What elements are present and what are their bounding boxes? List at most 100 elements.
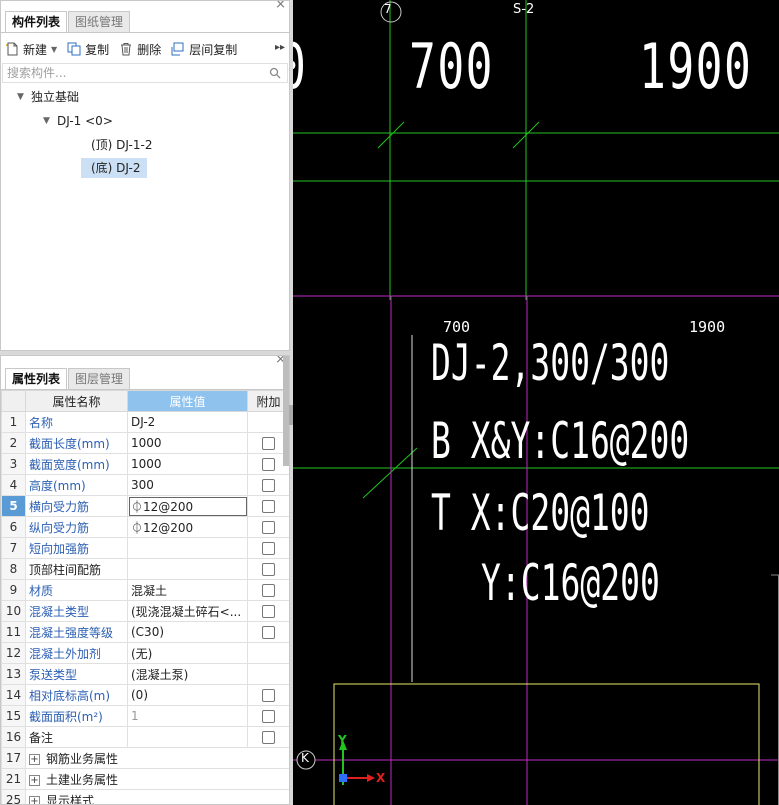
tab-drawing-management[interactable]: 图纸管理 xyxy=(68,11,131,33)
property-row[interactable]: 1 名称 DJ-2 xyxy=(1,411,289,433)
property-row[interactable]: 4 高度(mm) 300 xyxy=(1,474,289,496)
caret-down-icon[interactable]: ▼ xyxy=(43,111,57,131)
extra-cell xyxy=(247,642,289,664)
expand-icon[interactable]: + xyxy=(29,795,40,804)
tree-leaf-top[interactable]: (顶) DJ-1-2 xyxy=(81,135,152,155)
property-group-row[interactable]: 21 + 土建业务属性 xyxy=(1,768,289,790)
delete-button[interactable]: 删除 xyxy=(119,41,161,58)
search-icon[interactable] xyxy=(269,67,281,82)
property-value[interactable] xyxy=(127,726,248,748)
property-name: 顶部柱间配筋 xyxy=(25,558,128,580)
property-row[interactable]: 16 备注 xyxy=(1,726,289,748)
row-number: 10 xyxy=(1,600,26,622)
more-icon[interactable]: ▸▸ xyxy=(275,42,285,53)
property-row[interactable]: 15 截面面积(m²) 1 xyxy=(1,705,289,727)
extra-checkbox[interactable] xyxy=(262,605,275,618)
chevron-down-icon[interactable]: ▼ xyxy=(51,45,57,54)
property-row[interactable]: 13 泵送类型 (混凝土泵) xyxy=(1,663,289,685)
extra-checkbox[interactable] xyxy=(262,584,275,597)
dimension-large-right: 1900 xyxy=(639,30,753,103)
extra-checkbox[interactable] xyxy=(262,731,275,744)
property-value[interactable]: (0) xyxy=(127,684,248,706)
extra-checkbox[interactable] xyxy=(262,437,275,450)
property-group-row[interactable]: 17 + 钢筋业务属性 xyxy=(1,747,289,769)
property-table-header: 属性名称 属性值 附加 xyxy=(1,390,289,412)
property-value[interactable]: (现浇混凝土碎石<... xyxy=(127,600,248,622)
property-row[interactable]: 14 相对底标高(m) (0) xyxy=(1,684,289,706)
caret-down-icon[interactable]: ▼ xyxy=(17,87,31,107)
property-row[interactable]: 10 混凝土类型 (现浇混凝土碎石<... xyxy=(1,600,289,622)
property-name: 短向加强筋 xyxy=(25,537,128,559)
tab-layer-management[interactable]: 图层管理 xyxy=(68,368,131,390)
component-toolbar: 新建 ▼ 复制 删除 层间复制 ▸▸ xyxy=(5,37,289,61)
property-value[interactable]: ⏀12@200 xyxy=(127,495,248,517)
property-row[interactable]: 12 混凝土外加剂 (无) xyxy=(1,642,289,664)
property-row[interactable]: 2 截面长度(mm) 1000 xyxy=(1,432,289,454)
row-number: 14 xyxy=(1,684,26,706)
property-value[interactable] xyxy=(127,558,248,580)
extra-checkbox[interactable] xyxy=(262,458,275,471)
row-number: 8 xyxy=(1,558,26,580)
property-row[interactable]: 8 顶部柱间配筋 xyxy=(1,558,289,580)
extra-cell xyxy=(247,726,289,748)
property-name: 备注 xyxy=(25,726,128,748)
floor-copy-button[interactable]: 层间复制 xyxy=(171,41,237,58)
new-button[interactable]: 新建 ▼ xyxy=(5,41,57,58)
extra-checkbox[interactable] xyxy=(262,542,275,555)
extra-checkbox[interactable] xyxy=(262,689,275,702)
property-value[interactable]: DJ-2 xyxy=(127,411,248,433)
component-list-panel: × 构件列表 图纸管理 新建 ▼ 复制 删除 层间复制 ▸▸ 搜索构件... ▼… xyxy=(0,0,290,351)
row-number: 25 xyxy=(1,789,26,804)
tree-leaf-bottom[interactable]: (底) DJ-2 xyxy=(81,158,147,178)
property-name: 材质 xyxy=(25,579,128,601)
extra-checkbox[interactable] xyxy=(262,710,275,723)
axis-label-s2: S-2 xyxy=(513,2,535,17)
tree-node-isolated-foundation[interactable]: ▼ 独立基础 xyxy=(17,87,79,107)
search-input[interactable] xyxy=(3,64,253,82)
property-name: 截面面积(m²) xyxy=(25,705,128,727)
axis-label-7: 7 xyxy=(384,2,392,16)
extra-cell xyxy=(247,663,289,685)
copy-button[interactable]: 复制 xyxy=(67,41,109,58)
cad-drawing-canvas[interactable]: 7 S-2 K 0 700 1900 700 1900 DJ-2,300/300… xyxy=(293,0,779,805)
property-value[interactable]: ⏀12@200 xyxy=(127,516,248,538)
property-group[interactable]: + 土建业务属性 xyxy=(25,768,289,790)
extra-cell xyxy=(247,558,289,580)
row-number: 4 xyxy=(1,474,26,496)
property-group-row[interactable]: 25 + 显示样式 xyxy=(1,789,289,804)
property-row[interactable]: 6 纵向受力筋 ⏀12@200 xyxy=(1,516,289,538)
property-row[interactable]: 7 短向加强筋 xyxy=(1,537,289,559)
cad-svg xyxy=(293,0,779,805)
tab-property-list[interactable]: 属性列表 xyxy=(5,368,68,390)
tab-component-list[interactable]: 构件列表 xyxy=(5,11,68,33)
extra-checkbox[interactable] xyxy=(262,500,275,513)
extra-checkbox[interactable] xyxy=(262,626,275,639)
property-group[interactable]: + 显示样式 xyxy=(25,789,289,804)
expand-icon[interactable]: + xyxy=(29,753,40,765)
property-list-panel: × 属性列表 图层管理 属性名称 属性值 附加 1 名称 DJ-2 2 截面长度(mm)… xyxy=(0,355,290,805)
property-row[interactable]: 11 混凝土强度等级 (C30) xyxy=(1,621,289,643)
extra-checkbox[interactable] xyxy=(262,479,275,492)
property-group[interactable]: + 钢筋业务属性 xyxy=(25,747,289,769)
property-name: 混凝土类型 xyxy=(25,600,128,622)
property-value[interactable]: (无) xyxy=(127,642,248,664)
annotation-line-1: DJ-2,300/300 xyxy=(431,334,670,392)
property-row[interactable]: 9 材质 混凝土 xyxy=(1,579,289,601)
extra-checkbox[interactable] xyxy=(262,521,275,534)
property-value[interactable]: (C30) xyxy=(127,621,248,643)
property-value[interactable]: 1000 xyxy=(127,432,248,454)
property-row[interactable]: 3 截面宽度(mm) 1000 xyxy=(1,453,289,475)
close-icon[interactable]: × xyxy=(275,1,286,11)
expand-icon[interactable]: + xyxy=(29,774,40,786)
extra-checkbox[interactable] xyxy=(262,563,275,576)
tree-node-dj1[interactable]: ▼ DJ-1 <0> xyxy=(43,111,113,131)
property-value[interactable] xyxy=(127,537,248,559)
property-value[interactable]: 1000 xyxy=(127,453,248,475)
property-value[interactable]: 300 xyxy=(127,474,248,496)
property-row[interactable]: 5 横向受力筋 ⏀12@200 xyxy=(1,495,289,517)
property-value[interactable]: (混凝土泵) xyxy=(127,663,248,685)
annotation-line-4: Y:C16@200 xyxy=(481,554,660,612)
ucs-x-arrow xyxy=(367,774,375,782)
property-value[interactable]: 混凝土 xyxy=(127,579,248,601)
property-value[interactable]: 1 xyxy=(127,705,248,727)
